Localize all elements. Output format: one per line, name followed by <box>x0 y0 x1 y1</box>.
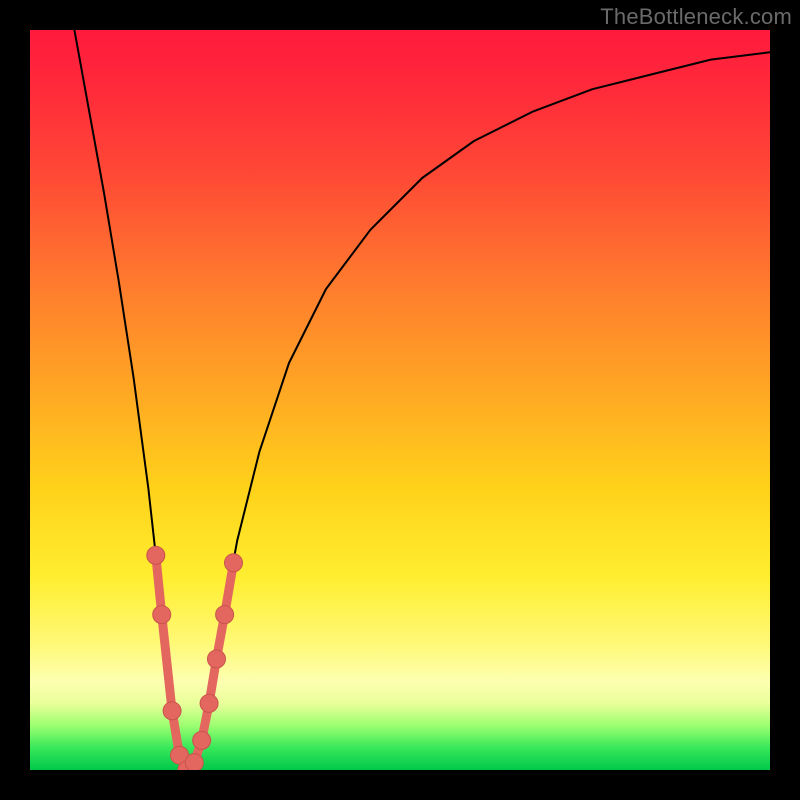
bead-dot <box>185 754 203 770</box>
bead-segment <box>162 615 172 711</box>
bead-dot <box>216 606 234 624</box>
bead-dot <box>207 650 225 668</box>
watermark-text: TheBottleneck.com <box>600 4 792 30</box>
bottleneck-curve <box>30 30 770 770</box>
bead-dot <box>163 702 181 720</box>
plot-area <box>30 30 770 770</box>
chart-frame: TheBottleneck.com <box>0 0 800 800</box>
bead-dot <box>225 554 243 572</box>
bead-dot <box>193 731 211 749</box>
bead-dot <box>200 694 218 712</box>
bead-dot <box>147 546 165 564</box>
curve-path <box>74 30 770 770</box>
bead-dot <box>153 606 171 624</box>
